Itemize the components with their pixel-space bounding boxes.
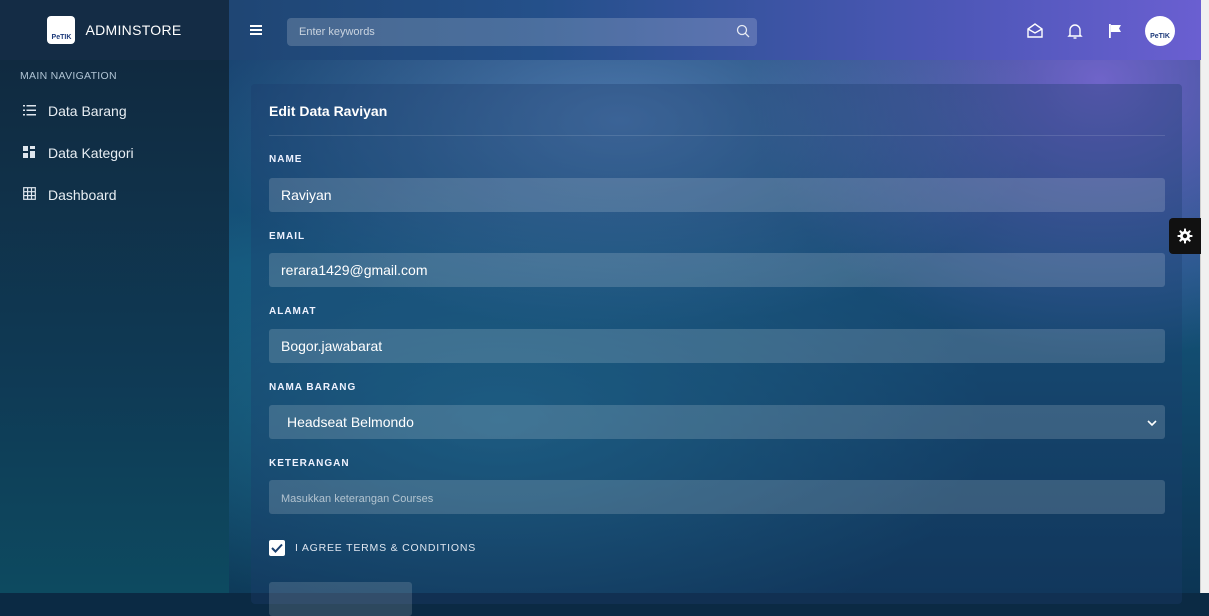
settings-gear-icon[interactable] (1169, 218, 1201, 254)
search-box (287, 18, 757, 46)
nama-barang-label: NAMA BARANG (269, 382, 357, 393)
keterangan-field[interactable] (269, 480, 1165, 514)
edit-form-card: Edit Data Raviyan NAME EMAIL ALAMAT NAMA… (251, 84, 1182, 616)
sidebar-item-label: Data Kategori (48, 145, 134, 161)
search-input[interactable] (287, 26, 729, 38)
chevron-down-icon (1147, 414, 1157, 430)
sidebar-item-label: Data Barang (48, 103, 127, 119)
brand-logo: PeTIK (47, 16, 76, 44)
sidebar-section-title: MAIN NAVIGATION (20, 70, 117, 82)
brand-name: ADMINSTORE (85, 22, 182, 38)
alamat-label: ALAMAT (269, 306, 317, 317)
submit-button[interactable] (269, 582, 412, 616)
agree-label: I AGREE TERMS & CONDITIONS (295, 542, 477, 554)
user-avatar[interactable]: PeTIK (1145, 16, 1175, 46)
brand[interactable]: PeTIK ADMINSTORE (0, 0, 229, 60)
sidebar-item-label: Dashboard (48, 187, 117, 203)
header-actions: PeTIK (1025, 16, 1175, 46)
keterangan-label: KETERANGAN (269, 458, 350, 469)
sidebar-item-data-kategori[interactable]: Data Kategori (0, 132, 229, 174)
sidebar-item-data-barang[interactable]: Data Barang (0, 90, 229, 132)
nama-barang-selected: Headseat Belmondo (287, 414, 414, 430)
sidebar: MAIN NAVIGATION Data Barang Data Kategor… (0, 60, 229, 593)
grid-icon (22, 145, 36, 161)
search-icon[interactable] (729, 24, 757, 41)
alamat-field[interactable] (269, 329, 1165, 363)
menu-toggle-icon[interactable] (250, 22, 262, 40)
sidebar-item-dashboard[interactable]: Dashboard (0, 174, 229, 216)
card-title: Edit Data Raviyan (269, 103, 388, 119)
email-label: EMAIL (269, 231, 306, 242)
agree-terms-row: I AGREE TERMS & CONDITIONS (269, 540, 476, 556)
name-label: NAME (269, 154, 303, 165)
agree-checkbox[interactable] (269, 540, 285, 556)
top-navbar: PeTIK ADMINSTORE PeTIK (0, 0, 1201, 60)
list-icon (22, 104, 36, 119)
flag-icon[interactable] (1105, 21, 1125, 41)
bell-icon[interactable] (1065, 21, 1085, 41)
table-icon (22, 187, 36, 203)
scrollbar-track[interactable] (1200, 0, 1209, 593)
email-field[interactable] (269, 253, 1165, 287)
divider (269, 135, 1165, 136)
name-field[interactable] (269, 178, 1165, 212)
nama-barang-select[interactable]: Headseat Belmondo (269, 405, 1165, 439)
mail-icon[interactable] (1025, 21, 1045, 41)
